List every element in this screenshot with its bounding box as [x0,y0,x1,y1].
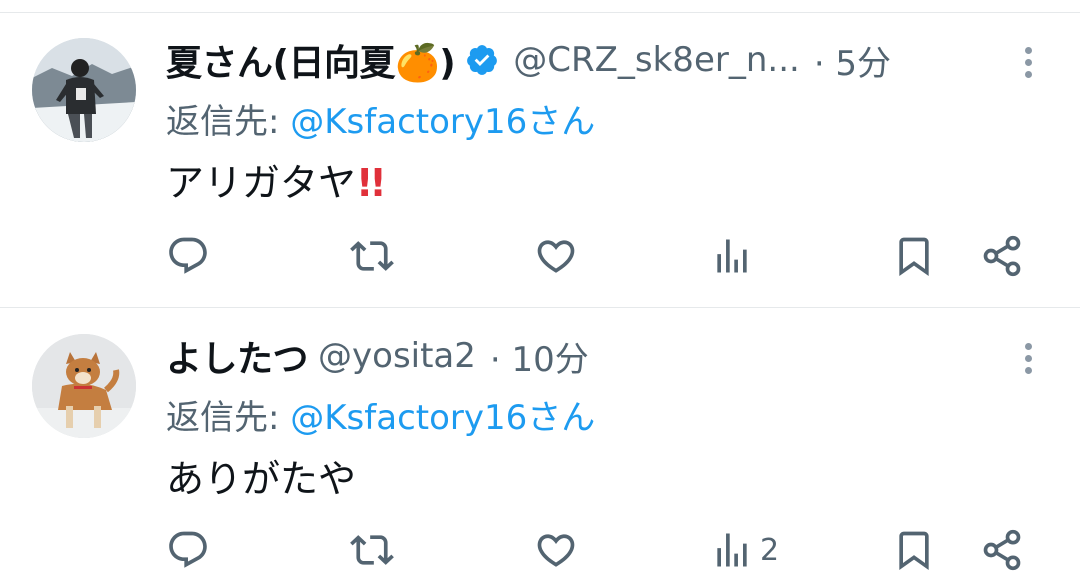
views-icon [717,533,747,567]
timestamp[interactable]: · 10分 [490,332,589,380]
share-icon [983,529,1021,571]
reply-handle-link[interactable]: @Ksfactory16さん [290,398,595,438]
share-button[interactable] [980,228,1024,284]
tweet-text-content: アリガタヤ [166,161,357,205]
retweet-button[interactable] [350,522,394,578]
action-bar [0,228,1080,284]
share-button[interactable] [980,522,1024,578]
display-name[interactable]: よしたつ [166,332,309,380]
double-exclamation-emoji: !! [356,161,387,205]
orange-emoji: 🍊 [394,43,440,84]
like-button[interactable] [534,228,578,284]
tweet-text: ありがたや [166,457,357,501]
views-icon [717,239,747,273]
bookmark-button[interactable] [892,228,936,284]
views-button[interactable]: 2 [710,522,779,578]
like-button[interactable] [534,522,578,578]
tweet[interactable]: よしたつ @yosita2 · 10分 返信先: @Ksfactory16さん … [0,308,1080,586]
share-icon [983,235,1021,277]
reply-prefix: 返信先: [166,102,291,142]
timestamp[interactable]: · 5分 [814,36,891,84]
avatar-image [32,38,136,142]
avatar[interactable] [32,38,136,142]
tweet-header: よしたつ @yosita2 · 10分 [166,332,1000,380]
display-name-suffix: ) [439,43,456,84]
more-icon[interactable] [1020,42,1036,83]
verified-badge-icon [465,43,499,77]
bookmark-icon [899,531,929,571]
display-name-text: 夏さん(日向夏 [166,43,395,84]
handle[interactable]: @CRZ_sk8er_n... [513,40,800,80]
reply-icon [169,237,207,274]
reply-button[interactable] [166,522,210,578]
reply-to: 返信先: @Ksfactory16さん [166,390,595,439]
tweet[interactable]: 夏さん(日向夏🍊) @CRZ_sk8er_n... · 5分 返信先: @Ksf… [0,0,1080,307]
like-icon [537,534,575,567]
views-button[interactable] [710,228,760,284]
retweet-icon [350,535,394,565]
reply-handle-link[interactable]: @Ksfactory16さん [290,102,595,142]
retweet-icon [350,241,394,271]
retweet-button[interactable] [350,228,394,284]
like-icon [537,240,575,273]
views-count: 2 [760,532,780,568]
more-icon[interactable] [1020,338,1036,379]
reply-prefix: 返信先: [166,398,291,438]
bookmark-icon [899,237,929,277]
bookmark-button[interactable] [892,522,936,578]
reply-to: 返信先: @Ksfactory16さん [166,94,595,143]
tweet-text: アリガタヤ!! [166,152,387,207]
action-bar: 2 [0,522,1080,578]
tweet-header: 夏さん(日向夏🍊) @CRZ_sk8er_n... · 5分 [166,36,1000,84]
display-name[interactable]: 夏さん(日向夏🍊) [166,36,456,84]
avatar[interactable] [32,334,136,438]
avatar-image [32,334,136,438]
handle[interactable]: @yosita2 [318,336,476,376]
reply-button[interactable] [166,228,210,284]
reply-icon [169,531,207,568]
